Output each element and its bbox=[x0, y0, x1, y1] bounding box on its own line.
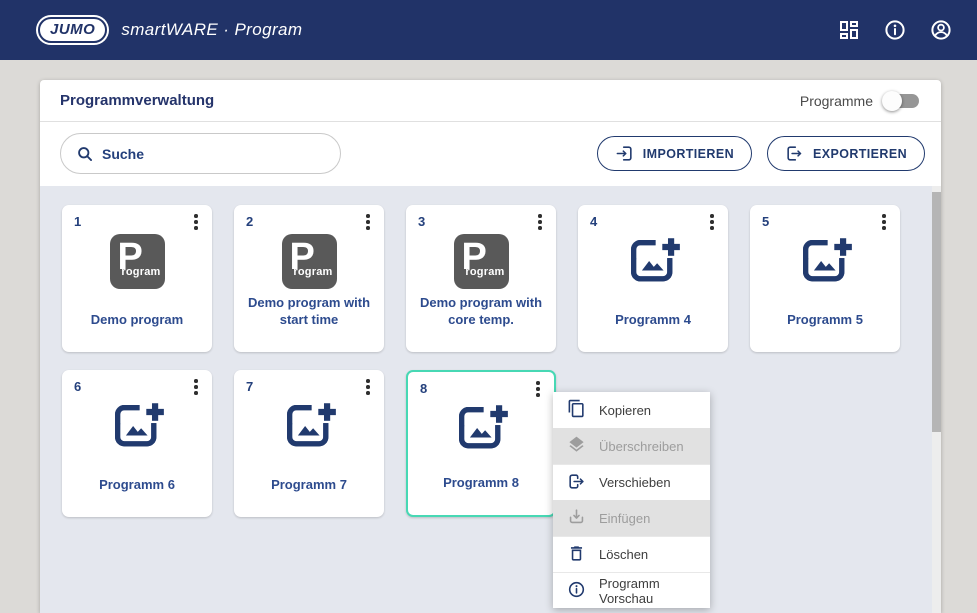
card-label: Demo program with start time bbox=[234, 295, 384, 329]
context-menu-item--berschreiben: Überschreiben bbox=[553, 428, 710, 464]
search-icon bbox=[75, 144, 95, 164]
scrollbar-thumb[interactable] bbox=[932, 192, 941, 432]
program-logo-small: rogram bbox=[293, 266, 332, 278]
export-button[interactable]: EXPORTIEREN bbox=[767, 136, 925, 171]
import-icon bbox=[615, 144, 634, 163]
copy-icon bbox=[567, 399, 586, 421]
delete-icon bbox=[567, 544, 586, 566]
move-icon bbox=[567, 472, 586, 494]
app-title: smartWARE · Program bbox=[121, 20, 302, 40]
program-logo-icon: P rogram bbox=[110, 234, 165, 289]
program-logo-small: rogram bbox=[121, 266, 160, 278]
add-image-icon bbox=[450, 398, 512, 465]
program-card[interactable]: 3 P rogram Demo program with core temp. bbox=[406, 205, 556, 352]
program-card[interactable]: 8 Programm 8 bbox=[406, 370, 556, 517]
account-icon[interactable] bbox=[929, 18, 953, 42]
card-number: 1 bbox=[74, 214, 81, 229]
context-menu-item-programm-vorschau[interactable]: Programm Vorschau bbox=[553, 572, 710, 608]
card-number: 7 bbox=[246, 379, 253, 394]
page-title: Programmverwaltung bbox=[60, 92, 214, 109]
program-logo-icon: P rogram bbox=[454, 234, 509, 289]
import-button-label: IMPORTIEREN bbox=[643, 147, 734, 161]
card-label: Demo program bbox=[62, 312, 212, 329]
program-management-panel: Programmverwaltung Programme IMPORTIEREN… bbox=[40, 80, 941, 613]
card-label: Programm 5 bbox=[750, 312, 900, 329]
export-icon bbox=[785, 144, 804, 163]
context-menu-item-label: Kopieren bbox=[599, 403, 651, 418]
layers-icon bbox=[567, 435, 586, 457]
import-button[interactable]: IMPORTIEREN bbox=[597, 136, 752, 171]
scrollbar-track[interactable] bbox=[932, 186, 941, 613]
card-number: 4 bbox=[590, 214, 597, 229]
app-header: JUMO smartWARE · Program bbox=[0, 0, 977, 60]
cards-area: 1 P rogram Demo program 2 P rogram Demo … bbox=[40, 186, 941, 613]
card-label: Demo program with core temp. bbox=[406, 295, 556, 329]
context-menu-item-label: Überschreiben bbox=[599, 439, 684, 454]
add-image-icon bbox=[106, 396, 168, 463]
search-row: IMPORTIEREN EXPORTIEREN bbox=[40, 122, 941, 185]
context-menu-item-l-schen[interactable]: Löschen bbox=[553, 536, 710, 572]
dashboard-icon[interactable] bbox=[837, 18, 861, 42]
card-number: 2 bbox=[246, 214, 253, 229]
program-logo-icon: P rogram bbox=[282, 234, 337, 289]
program-card[interactable]: 7 Programm 7 bbox=[234, 370, 384, 517]
context-menu-item-label: Einfügen bbox=[599, 511, 650, 526]
search-field[interactable] bbox=[60, 133, 341, 174]
context-menu-item-einf-gen: Einfügen bbox=[553, 500, 710, 536]
program-card[interactable]: 1 P rogram Demo program bbox=[62, 205, 212, 352]
program-card[interactable]: 5 Programm 5 bbox=[750, 205, 900, 352]
add-image-icon bbox=[794, 231, 856, 298]
programme-toggle-label: Programme bbox=[800, 93, 873, 109]
program-card[interactable]: 6 Programm 6 bbox=[62, 370, 212, 517]
add-image-icon bbox=[622, 231, 684, 298]
info-icon[interactable] bbox=[883, 18, 907, 42]
context-menu-item-kopieren[interactable]: Kopieren bbox=[553, 392, 710, 428]
card-number: 3 bbox=[418, 214, 425, 229]
context-menu-item-label: Verschieben bbox=[599, 475, 671, 490]
context-menu-item-label: Löschen bbox=[599, 547, 648, 562]
program-card[interactable]: 4 Programm 4 bbox=[578, 205, 728, 352]
jumo-logo: JUMO bbox=[38, 17, 107, 43]
card-label: Programm 8 bbox=[408, 475, 554, 492]
card-label: Programm 4 bbox=[578, 312, 728, 329]
paste-icon bbox=[567, 507, 586, 529]
program-card[interactable]: 2 P rogram Demo program with start time bbox=[234, 205, 384, 352]
context-menu-item-verschieben[interactable]: Verschieben bbox=[553, 464, 710, 500]
card-number: 5 bbox=[762, 214, 769, 229]
card-number: 8 bbox=[420, 381, 427, 396]
panel-titlebar: Programmverwaltung Programme bbox=[40, 80, 941, 122]
search-input[interactable] bbox=[102, 146, 328, 162]
card-number: 6 bbox=[74, 379, 81, 394]
info-icon bbox=[567, 580, 586, 602]
card-label: Programm 6 bbox=[62, 477, 212, 494]
programme-toggle[interactable] bbox=[885, 94, 919, 108]
toggle-knob bbox=[882, 91, 902, 111]
program-grid: 1 P rogram Demo program 2 P rogram Demo … bbox=[40, 186, 930, 517]
card-context-menu: Kopieren Überschreiben Verschieben Einfü… bbox=[553, 392, 710, 608]
export-button-label: EXPORTIEREN bbox=[813, 147, 907, 161]
program-logo-small: rogram bbox=[465, 266, 504, 278]
card-label: Programm 7 bbox=[234, 477, 384, 494]
programme-toggle-wrap: Programme bbox=[800, 93, 923, 109]
context-menu-item-label: Programm Vorschau bbox=[599, 576, 700, 606]
add-image-icon bbox=[278, 396, 340, 463]
toolbar-buttons: IMPORTIEREN EXPORTIEREN bbox=[597, 136, 925, 171]
